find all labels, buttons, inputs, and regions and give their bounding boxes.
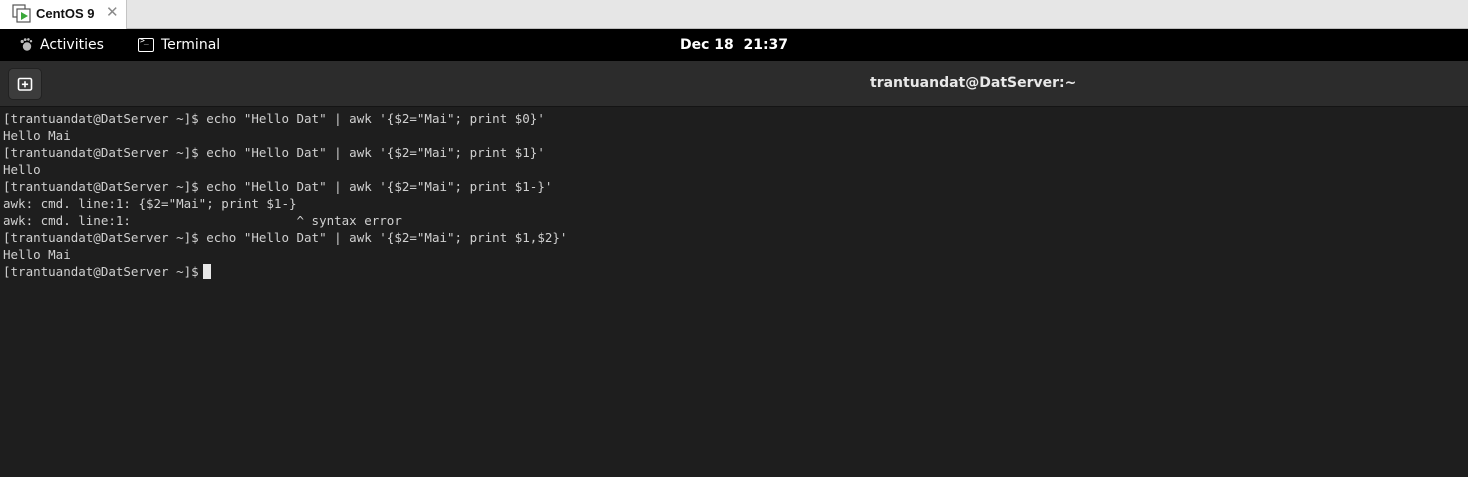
terminal-line: awk: cmd. line:1: ^ syntax error: [3, 213, 402, 228]
terminal-line: [trantuandat@DatServer ~]$ echo "Hello D…: [3, 179, 553, 194]
app-menu-terminal[interactable]: Terminal: [138, 29, 220, 61]
terminal-line: Hello: [3, 162, 41, 177]
terminal-prompt-line[interactable]: [trantuandat@DatServer ~]$: [3, 263, 1468, 280]
new-tab-icon: [17, 77, 33, 91]
activities-button[interactable]: Activities: [18, 29, 104, 61]
host-tab-bar: CentOS 9 ✕: [0, 0, 1468, 29]
terminal-line: [trantuandat@DatServer ~]$ echo "Hello D…: [3, 145, 545, 160]
new-tab-button[interactable]: [8, 68, 42, 100]
activities-label: Activities: [40, 37, 104, 53]
terminal-line: awk: cmd. line:1: {$2="Mai"; print $1-}: [3, 196, 297, 211]
terminal-line: [trantuandat@DatServer ~]$ echo "Hello D…: [3, 230, 568, 245]
host-tab-centos[interactable]: CentOS 9 ✕: [0, 0, 127, 29]
window-title: trantuandat@DatServer:~: [870, 75, 1077, 91]
gnome-top-bar: Activities Terminal Dec 18 21:37: [0, 29, 1468, 61]
terminal-line: [trantuandat@DatServer ~]$ echo "Hello D…: [3, 111, 545, 126]
host-tab-label: CentOS 9: [36, 6, 95, 21]
terminal-header-bar: trantuandat@DatServer:~: [0, 61, 1468, 107]
gnome-foot-icon: [20, 38, 33, 51]
terminal-line: Hello Mai: [3, 247, 71, 262]
clock-container: Dec 18 21:37: [0, 29, 1468, 61]
text-cursor: [202, 264, 211, 279]
clock[interactable]: Dec 18 21:37: [680, 37, 788, 53]
terminal-output[interactable]: [trantuandat@DatServer ~]$ echo "Hello D…: [0, 107, 1468, 477]
app-menu-label: Terminal: [161, 37, 221, 53]
vm-window-icon: [12, 4, 31, 23]
terminal-prompt: [trantuandat@DatServer ~]$: [3, 264, 199, 279]
close-icon[interactable]: ✕: [106, 3, 119, 21]
terminal-line: Hello Mai: [3, 128, 71, 143]
terminal-icon: [138, 36, 154, 52]
